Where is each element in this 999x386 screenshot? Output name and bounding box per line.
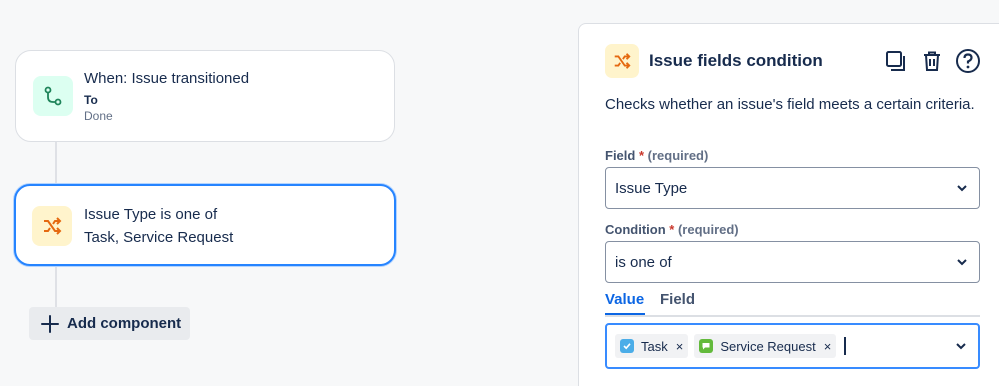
chip-label: Task <box>641 338 668 354</box>
value-chip-task: Task × <box>615 334 689 358</box>
text-caret <box>844 337 846 355</box>
chevron-down-icon[interactable] <box>954 339 968 353</box>
field-label: Field * (required) <box>605 148 709 163</box>
trigger-title: When: Issue transitioned <box>84 70 250 87</box>
branch-icon <box>33 76 73 116</box>
trash-icon[interactable] <box>919 48 945 74</box>
condition-card[interactable]: Issue Type is one of Task, Service Reque… <box>14 184 396 266</box>
chevron-down-icon <box>957 185 967 192</box>
add-component-button[interactable]: Add component <box>29 307 190 340</box>
remove-chip-icon[interactable]: × <box>676 339 684 354</box>
condition-summary-line2: Task, Service Request <box>84 229 234 246</box>
trigger-sub-value: Done <box>84 109 113 123</box>
condition-select-value: is one of <box>615 253 672 271</box>
copy-icon[interactable] <box>883 48 909 74</box>
values-multiselect[interactable]: Task × Service Request × <box>605 323 980 369</box>
panel-actions <box>883 48 981 74</box>
shuffle-icon <box>605 44 639 78</box>
panel-description: Checks whether an issue's field meets a … <box>605 96 975 113</box>
value-field-tabs: Value Field <box>605 291 980 317</box>
component-config-panel: Issue fields condition Checks whether an… <box>578 23 999 386</box>
trigger-sub-label: To <box>84 93 98 107</box>
tab-field[interactable]: Field <box>660 291 695 308</box>
service-request-icon <box>699 339 714 353</box>
connector-line <box>55 265 57 307</box>
connector-line <box>55 141 57 185</box>
field-select[interactable]: Issue Type <box>605 167 980 209</box>
condition-label: Condition * (required) <box>605 222 739 237</box>
shuffle-icon <box>32 206 72 246</box>
value-chip-service-request: Service Request × <box>694 334 837 358</box>
panel-header: Issue fields condition <box>605 44 823 78</box>
active-tab-indicator <box>605 313 645 315</box>
panel-title: Issue fields condition <box>649 51 823 70</box>
trigger-card[interactable]: When: Issue transitioned To Done <box>15 50 395 142</box>
field-select-value: Issue Type <box>615 179 688 197</box>
plus-icon <box>39 313 61 335</box>
help-icon[interactable] <box>955 48 981 74</box>
condition-select[interactable]: is one of <box>605 241 980 283</box>
required-hint: (required) <box>677 222 739 237</box>
tab-value[interactable]: Value <box>605 291 644 308</box>
automation-canvas: When: Issue transitioned To Done Issue T… <box>0 0 578 386</box>
chevron-down-icon <box>957 259 967 266</box>
required-mark: * <box>669 222 675 237</box>
required-mark: * <box>638 148 645 163</box>
condition-summary-line1: Issue Type is one of <box>84 206 218 223</box>
remove-chip-icon[interactable]: × <box>824 339 832 354</box>
task-check-icon <box>620 339 634 353</box>
required-hint: (required) <box>647 148 709 163</box>
chip-label: Service Request <box>720 338 816 354</box>
add-component-label: Add component <box>67 315 182 332</box>
